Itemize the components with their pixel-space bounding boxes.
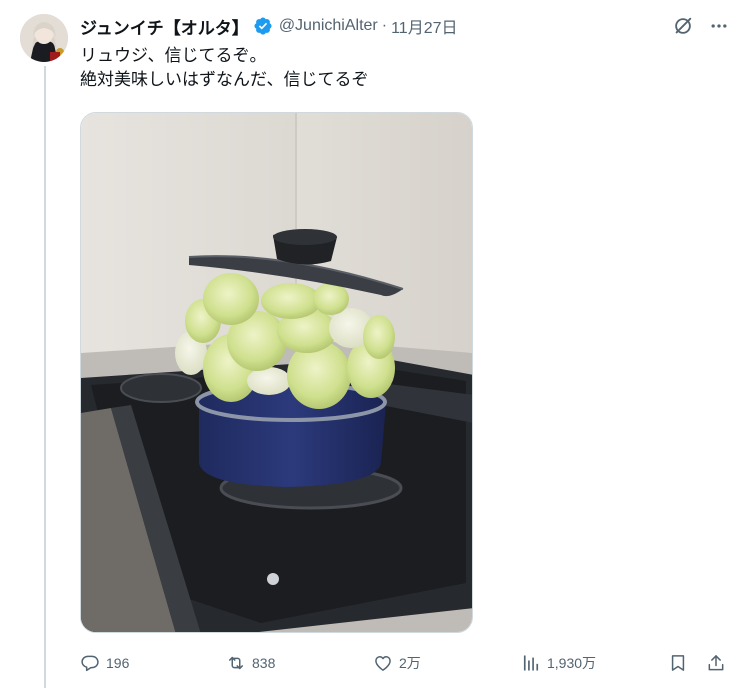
reply-icon bbox=[81, 655, 99, 672]
reply-button[interactable]: 196 bbox=[80, 651, 129, 675]
onion-pot-photo bbox=[81, 113, 472, 632]
like-button[interactable]: 2万 bbox=[373, 651, 421, 675]
tweet-text-line-2: 絶対美味しいはずなんだ、信じてるぞ bbox=[80, 70, 369, 89]
verified-badge-icon bbox=[253, 16, 273, 36]
views-icon bbox=[523, 655, 539, 671]
avatar[interactable] bbox=[20, 14, 68, 62]
repost-count: 838 bbox=[252, 655, 276, 671]
bookmark-icon bbox=[671, 655, 685, 671]
tweet-text: リュウジ、信じてるぞ。 絶対美味しいはずなんだ、信じてるぞ bbox=[80, 44, 369, 92]
tweet-header: ジュンイチ【オルタ】 @JunichiAlter · 11月27日 bbox=[80, 14, 458, 38]
tweet-text-line-1: リュウジ、信じてるぞ。 bbox=[80, 46, 267, 65]
views-button[interactable]: 1,930万 bbox=[521, 651, 596, 675]
meta-separator: · bbox=[381, 17, 388, 34]
view-count: 1,930万 bbox=[547, 655, 597, 671]
tweet-action-bar: 196 838 2万 1,930万 bbox=[80, 651, 731, 675]
tweet-photo[interactable] bbox=[80, 112, 473, 633]
share-button[interactable] bbox=[706, 651, 732, 675]
like-count: 2万 bbox=[399, 655, 421, 671]
repost-button[interactable]: 838 bbox=[226, 651, 275, 675]
thread-line bbox=[44, 66, 46, 688]
more-icon[interactable] bbox=[707, 14, 731, 38]
reply-count: 196 bbox=[106, 655, 130, 671]
author-name[interactable]: ジュンイチ【オルタ】 bbox=[80, 14, 249, 39]
tweet-top-actions bbox=[671, 14, 731, 38]
bookmark-button[interactable] bbox=[668, 651, 694, 675]
tweet-date[interactable]: 11月27日 bbox=[391, 14, 457, 38]
grok-icon[interactable] bbox=[671, 14, 695, 38]
author-handle[interactable]: @JunichiAlter bbox=[279, 17, 378, 35]
avatar-image bbox=[20, 14, 68, 62]
repost-icon bbox=[229, 656, 243, 670]
share-icon bbox=[708, 655, 724, 671]
like-icon bbox=[375, 656, 391, 671]
